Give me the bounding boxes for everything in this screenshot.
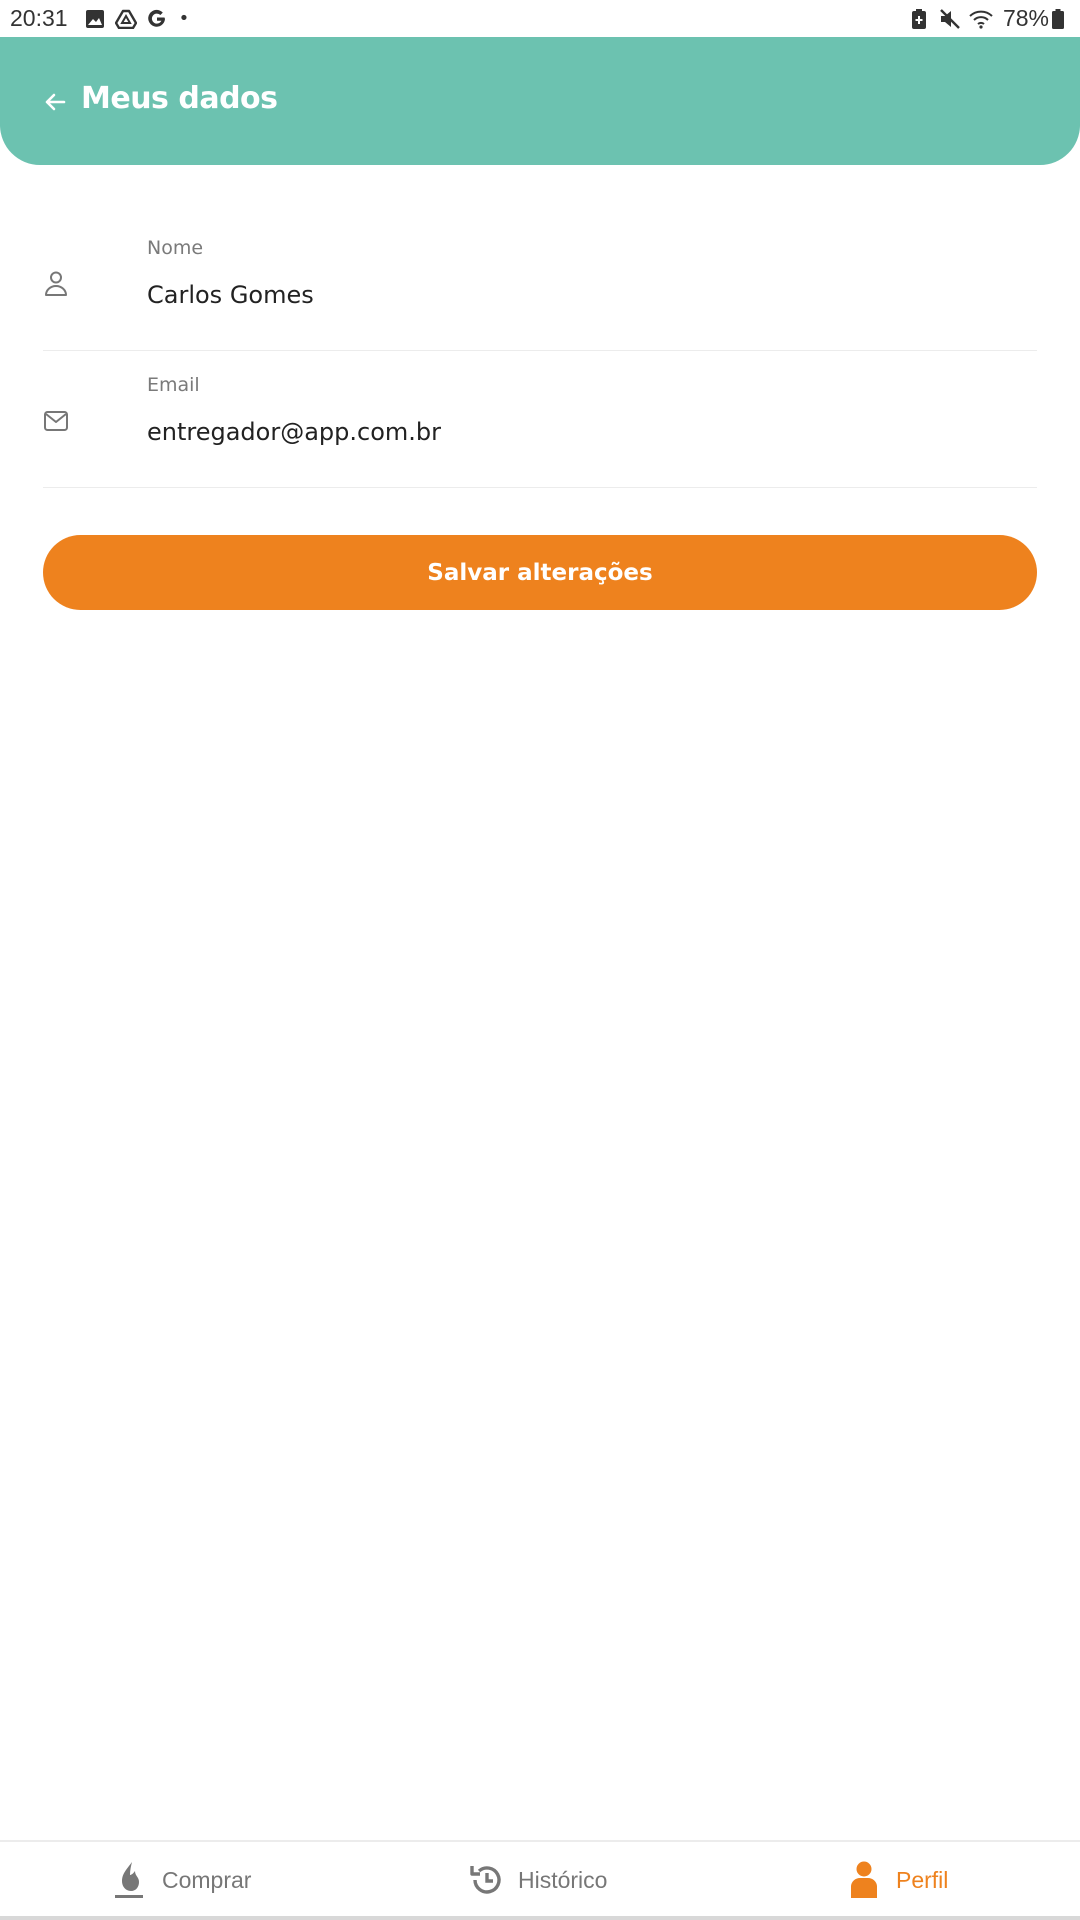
bottom-navigation: Comprar Histórico Perfil <box>0 1840 1080 1916</box>
name-field-row[interactable]: Nome Carlos Gomes <box>43 215 1037 351</box>
app-header: Meus dados <box>0 37 1080 165</box>
email-field-row[interactable]: Email entregador@app.com.br <box>43 352 1037 488</box>
arrow-left-icon <box>45 93 66 111</box>
person-icon <box>851 1861 877 1898</box>
name-field-value[interactable]: Carlos Gomes <box>147 281 314 309</box>
notification-dot-icon: • <box>178 8 190 29</box>
mail-icon <box>44 411 68 431</box>
mute-icon <box>937 6 963 32</box>
back-button[interactable] <box>40 87 70 117</box>
battery-icon <box>1051 6 1065 32</box>
battery-percent: 78% <box>1002 5 1049 31</box>
screen: 20:31 • 78% Meus dados Nome Carlos Gomes… <box>0 0 1080 1920</box>
nav-label-perfil: Perfil <box>896 1866 949 1893</box>
email-field-value[interactable]: entregador@app.com.br <box>147 418 441 446</box>
status-bar: 20:31 • 78% <box>0 0 1080 37</box>
flame-icon <box>115 1862 143 1898</box>
status-right: 78% <box>906 5 1070 32</box>
nav-item-perfil[interactable]: Perfil <box>846 1858 948 1902</box>
save-button[interactable]: Salvar alterações <box>43 535 1037 610</box>
nav-item-historico[interactable]: Histórico <box>468 1858 607 1902</box>
google-icon <box>144 6 170 32</box>
email-field-label: Email <box>147 374 200 396</box>
nav-label-historico: Histórico <box>518 1866 608 1893</box>
nav-item-comprar[interactable]: Comprar <box>112 1858 251 1902</box>
status-time: 20:31 <box>10 5 68 31</box>
nav-label-comprar: Comprar <box>162 1866 252 1893</box>
image-icon <box>82 6 108 32</box>
name-field-label: Nome <box>147 237 204 259</box>
drive-icon <box>113 6 139 32</box>
system-nav-divider <box>0 1916 1080 1920</box>
page-title: Meus dados <box>81 81 278 116</box>
history-icon <box>470 1866 501 1894</box>
wifi-icon <box>968 6 994 32</box>
user-icon <box>45 271 67 296</box>
battery-saver-icon <box>906 6 932 32</box>
